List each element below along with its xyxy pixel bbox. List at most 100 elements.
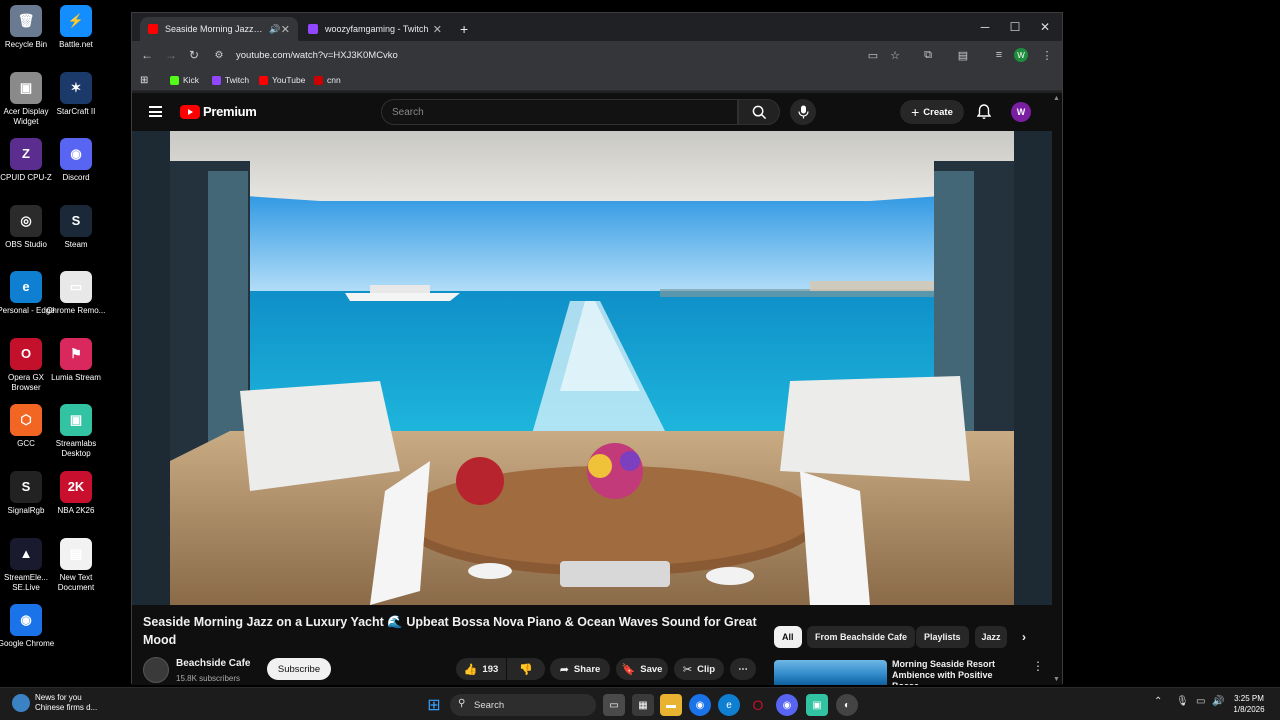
weather-icon <box>12 694 30 712</box>
create-button[interactable]: + Create <box>900 100 964 124</box>
back-icon[interactable]: ← <box>138 46 156 64</box>
site-info-icon[interactable]: ⚙ <box>210 46 228 64</box>
desktop-icon-nba-2k26[interactable]: 2K NBA 2K26 <box>46 471 106 516</box>
video-frame[interactable] <box>170 131 1014 605</box>
app-icon: ▣ <box>10 72 42 104</box>
file-explorer-icon[interactable]: ▬ <box>660 694 682 716</box>
chrome-taskbar-icon[interactable]: ◉ <box>689 694 711 716</box>
youtube-premium-logo[interactable]: Premium <box>180 104 257 119</box>
account-avatar[interactable]: W <box>1011 102 1031 122</box>
hamburger-menu-icon[interactable] <box>149 106 162 117</box>
share-button[interactable]: ➦ Share <box>550 658 610 680</box>
recommendation-menu-icon[interactable]: ⋮ <box>1032 659 1044 673</box>
scroll-up-icon[interactable]: ▲ <box>1053 95 1060 102</box>
bookmark-cnn[interactable]: cnn <box>314 73 341 87</box>
forward-icon[interactable]: → <box>162 46 180 64</box>
desktop-icon-streamlabs-desktop[interactable]: ▣ Streamlabs Desktop <box>46 404 106 459</box>
chip-playlists[interactable]: Playlists <box>916 626 969 648</box>
chip-from-channel[interactable]: From Beachside Cafe <box>807 626 916 648</box>
app-icon: e <box>10 271 42 303</box>
speaker-icon[interactable]: 🔊 <box>269 24 280 35</box>
close-tab-icon[interactable]: ✕ <box>433 23 442 36</box>
like-count: 193 <box>482 663 499 675</box>
chip-all[interactable]: All <box>774 626 802 648</box>
close-window-icon[interactable]: ✕ <box>1030 13 1060 41</box>
desktop-icon-label: NBA 2K26 <box>57 506 95 515</box>
browser-toolbar: ← → ↻ ⚙ youtube.com/watch?v=HXJ3K0MCvko … <box>132 41 1062 69</box>
menu-dots-icon[interactable]: ⋮ <box>1038 46 1056 64</box>
windows-start-icon[interactable]: ⊞ <box>423 694 445 716</box>
chevron-right-icon[interactable]: › <box>1014 626 1034 648</box>
desktop-icon-google-chrome[interactable]: ◉ Google Chrome <box>0 604 56 649</box>
sidebar-icon[interactable]: ▤ <box>954 46 972 64</box>
new-tab-button[interactable]: + <box>456 17 476 41</box>
news-widget[interactable]: News for you Chinese firms d... <box>12 693 97 713</box>
channel-name[interactable]: Beachside Cafe <box>176 658 250 669</box>
tab-youtube[interactable]: Seaside Morning Jazz on a 🔊 ✕ <box>140 17 298 41</box>
video-player[interactable] <box>132 131 1052 605</box>
minimize-icon[interactable]: ─ <box>970 13 1000 41</box>
volume-tray-icon[interactable]: 🔊 <box>1212 696 1224 707</box>
more-actions-button[interactable]: ⋯ <box>730 658 756 680</box>
desktop-icon-starcraft-ii[interactable]: ✶ StarCraft II <box>46 72 106 117</box>
taskbar-search-label: Search <box>474 699 505 711</box>
maximize-icon[interactable]: ☐ <box>1000 13 1030 41</box>
channel-avatar[interactable] <box>143 657 169 683</box>
desktop-icon-lumia-stream[interactable]: ⚑ Lumia Stream <box>46 338 106 383</box>
desktop-icon-steam[interactable]: S Steam <box>46 205 106 250</box>
tray-overflow-icon[interactable]: ⌃ <box>1154 696 1162 707</box>
logo-text: Premium <box>203 104 257 119</box>
display-tray-icon[interactable]: ▭ <box>1196 696 1205 707</box>
profile-avatar[interactable]: W <box>1014 48 1028 62</box>
create-label: Create <box>923 106 953 118</box>
desktop-icon-label: Steam <box>64 240 88 249</box>
app-icon: ▭ <box>60 271 92 303</box>
scroll-down-icon[interactable]: ▼ <box>1053 676 1060 683</box>
page-scrollbar[interactable]: ▲ ▼ <box>1052 93 1062 685</box>
streamlabs-taskbar-icon[interactable]: ▣ <box>806 694 828 716</box>
taskbar-search[interactable]: ⚲ Search <box>450 694 596 716</box>
desktop-icon-chrome-remo-[interactable]: ▭ Chrome Remo... <box>46 271 106 316</box>
like-button[interactable]: 👍 193 <box>456 658 506 680</box>
bookmark-star-icon[interactable]: ☆ <box>886 46 904 64</box>
desktop-icon-new-text-document[interactable]: ▤ New Text Document <box>46 538 106 593</box>
voice-search-button[interactable] <box>790 99 816 125</box>
media-control-icon[interactable]: ≡ <box>990 46 1008 64</box>
apps-grid-icon[interactable]: ⊞ <box>140 73 148 87</box>
address-bar[interactable]: youtube.com/watch?v=HXJ3K0MCvko <box>236 45 846 65</box>
bookmark-kick[interactable]: Kick <box>170 73 199 87</box>
dislike-button[interactable]: 👎 <box>507 658 545 680</box>
edge-taskbar-icon[interactable]: e <box>718 694 740 716</box>
desktop-icon-battle-net[interactable]: ⚡ Battle.net <box>46 5 106 50</box>
search-button[interactable] <box>738 99 780 125</box>
bookmark-youtube[interactable]: YouTube <box>259 73 305 87</box>
extensions-icon[interactable]: ⧉ <box>919 46 937 64</box>
system-clock[interactable]: 3:25 PM 1/8/2026 <box>1226 693 1272 715</box>
search-icon <box>752 105 766 119</box>
reload-icon[interactable]: ↻ <box>185 46 203 64</box>
recommendation-thumbnail[interactable] <box>774 660 887 685</box>
discord-taskbar-icon[interactable]: ◉ <box>776 694 798 716</box>
save-button[interactable]: 🔖 Save <box>616 658 668 680</box>
microphone-tray-icon[interactable]: 🎙 <box>1176 696 1189 707</box>
tab-twitch[interactable]: woozyfamgaming - Twitch ✕ <box>300 17 450 41</box>
recommendation-title[interactable]: Morning Seaside Resort Ambience with Pos… <box>892 659 1022 685</box>
desktop-icon-label: Battle.net <box>59 40 93 49</box>
desktop-icon-discord[interactable]: ◉ Discord <box>46 138 106 183</box>
widgets-icon[interactable]: ▦ <box>632 694 654 716</box>
desktop-icon-label: CPUID CPU-Z <box>0 173 52 182</box>
cast-icon[interactable]: ▭ <box>864 46 882 64</box>
bookmark-twitch[interactable]: Twitch <box>212 73 249 87</box>
close-tab-icon[interactable]: ✕ <box>281 23 290 36</box>
windows-taskbar: News for you Chinese firms d... ⊞ ⚲ Sear… <box>0 687 1280 720</box>
search-input[interactable]: Search <box>381 99 738 125</box>
twitch-icon <box>212 75 221 85</box>
notifications-button[interactable] <box>975 102 993 122</box>
app-taskbar-icon[interactable]: ◐ <box>836 694 858 716</box>
opera-gx-taskbar-icon[interactable]: O <box>747 694 769 716</box>
search-icon: ⚲ <box>458 698 466 709</box>
subscribe-button[interactable]: Subscribe <box>267 658 331 680</box>
task-view-icon[interactable]: ▭ <box>603 694 625 716</box>
clip-button[interactable]: ✂ Clip <box>674 658 724 680</box>
chip-jazz[interactable]: Jazz <box>975 626 1007 648</box>
